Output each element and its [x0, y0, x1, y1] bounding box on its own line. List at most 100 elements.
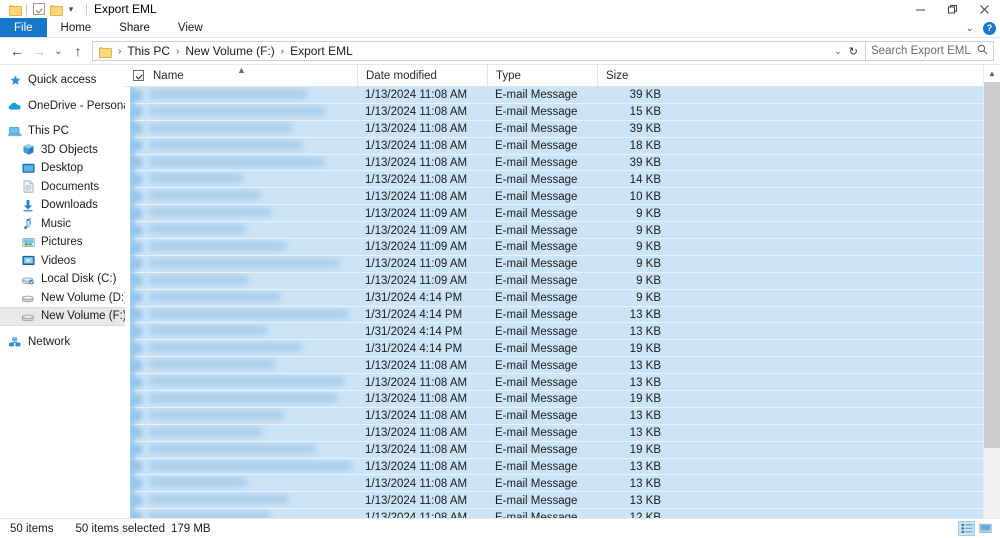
file-name-cell[interactable] — [125, 222, 357, 239]
table-row[interactable]: 1/13/2024 11:08 AM E-mail Message 19 KB — [125, 391, 983, 408]
address-dropdown-chevron-down-icon[interactable]: ⌄ — [834, 46, 842, 57]
file-name-cell[interactable] — [125, 492, 357, 509]
file-rows[interactable]: 1/13/2024 11:08 AM E-mail Message 39 KB 1/1… — [125, 87, 983, 518]
sidebar-item-new-volume-d[interactable]: New Volume (D:) — [0, 289, 125, 308]
file-name-cell[interactable] — [125, 104, 357, 121]
scroll-thumb[interactable] — [984, 82, 1000, 449]
sidebar-item-3d-objects[interactable]: 3D Objects — [0, 141, 125, 160]
sidebar-item-new-volume-f[interactable]: New Volume (F:) — [0, 307, 125, 326]
file-name-cell[interactable] — [125, 155, 357, 172]
table-row[interactable]: 1/13/2024 11:09 AM E-mail Message 9 KB — [125, 255, 983, 273]
vertical-scrollbar[interactable]: ▲ — [983, 65, 1000, 518]
table-row[interactable]: 1/13/2024 11:08 AM E-mail Message 13 KB — [125, 357, 983, 375]
file-name-cell[interactable] — [125, 290, 357, 307]
file-name-cell[interactable] — [125, 121, 357, 138]
file-name-cell[interactable] — [125, 188, 357, 205]
customize-quick-access-caret-icon[interactable]: ▾ — [63, 1, 79, 17]
sidebar-item-documents[interactable]: Documents — [0, 178, 125, 197]
file-name-cell[interactable] — [125, 425, 357, 442]
table-row[interactable]: 1/31/2024 4:14 PM E-mail Message 13 KB — [125, 323, 983, 341]
sidebar-item-local-disk-c[interactable]: Local Disk (C:) — [0, 270, 125, 289]
table-row[interactable]: 1/13/2024 11:09 AM E-mail Message 9 KB — [125, 272, 983, 290]
file-name-cell[interactable] — [125, 442, 357, 459]
breadcrumb-item-new-volume-f[interactable]: New Volume (F:) — [183, 44, 276, 58]
file-name-cell[interactable] — [125, 340, 357, 357]
table-row[interactable]: 1/13/2024 11:08 AM E-mail Message 12 KB — [125, 509, 983, 518]
file-name-cell[interactable] — [125, 374, 357, 391]
file-name-cell[interactable] — [125, 273, 357, 290]
sidebar-item-this-pc[interactable]: This PC — [0, 122, 125, 141]
file-name-cell[interactable] — [125, 475, 357, 492]
file-name-cell[interactable] — [125, 138, 357, 155]
sidebar-item-downloads[interactable]: Downloads — [0, 196, 125, 215]
column-header-size[interactable]: Size — [597, 65, 669, 87]
table-row[interactable]: 1/13/2024 11:08 AM E-mail Message 13 KB — [125, 424, 983, 442]
minimize-button[interactable] — [904, 0, 936, 18]
table-row[interactable]: 1/13/2024 11:09 AM E-mail Message 9 KB — [125, 205, 983, 223]
help-icon[interactable]: ? — [983, 21, 996, 35]
table-row[interactable]: 1/31/2024 4:14 PM E-mail Message 9 KB — [125, 289, 983, 307]
file-name-cell[interactable] — [125, 239, 357, 256]
tab-share[interactable]: Share — [105, 18, 164, 38]
column-header-date-modified[interactable]: Date modified — [357, 65, 487, 87]
table-row[interactable]: 1/13/2024 11:08 AM E-mail Message 13 KB — [125, 407, 983, 425]
table-row[interactable]: 1/13/2024 11:08 AM E-mail Message 15 KB — [125, 103, 983, 121]
file-name-cell[interactable] — [125, 357, 357, 374]
new-folder-icon[interactable] — [47, 1, 63, 17]
forward-button[interactable]: → — [28, 40, 50, 62]
table-row[interactable]: 1/13/2024 11:08 AM E-mail Message 39 KB — [125, 154, 983, 172]
details-view-button[interactable] — [958, 521, 975, 536]
scroll-up-button[interactable]: ▲ — [984, 65, 1000, 82]
file-name-cell[interactable] — [125, 307, 357, 324]
file-name-cell[interactable] — [125, 459, 357, 476]
table-row[interactable]: 1/13/2024 11:08 AM E-mail Message 39 KB — [125, 87, 983, 104]
table-row[interactable]: 1/13/2024 11:08 AM E-mail Message 13 KB — [125, 475, 983, 493]
breadcrumb-item-export-eml[interactable]: Export EML — [288, 44, 355, 58]
sidebar-item-quick-access[interactable]: Quick access — [0, 71, 125, 90]
file-name-cell[interactable] — [125, 391, 357, 408]
sidebar-item-network[interactable]: Network — [0, 333, 125, 352]
sidebar-item-music[interactable]: Music — [0, 215, 125, 234]
recent-locations-button[interactable]: ⌄ — [50, 40, 67, 62]
file-name-cell[interactable] — [125, 323, 357, 340]
column-header-type[interactable]: Type — [487, 65, 597, 87]
sidebar-item-desktop[interactable]: Desktop — [0, 159, 125, 178]
search-box[interactable]: Search Export EML — [866, 41, 994, 61]
back-button[interactable]: ← — [6, 40, 28, 62]
sidebar-item-pictures[interactable]: Pictures — [0, 233, 125, 252]
refresh-icon[interactable]: ↻ — [849, 45, 858, 58]
table-row[interactable]: 1/31/2024 4:14 PM E-mail Message 19 KB — [125, 340, 983, 358]
breadcrumb[interactable]: › This PC › New Volume (F:) › Export EML… — [92, 41, 866, 61]
search-input[interactable]: Search Export EML — [871, 45, 971, 57]
table-row[interactable]: 1/31/2024 4:14 PM E-mail Message 13 KB — [125, 306, 983, 324]
file-name-cell[interactable] — [125, 205, 357, 222]
expand-ribbon-chevron-down-icon[interactable]: ⌄ — [966, 23, 974, 34]
file-name-cell[interactable] — [125, 509, 357, 518]
file-name-cell[interactable] — [125, 87, 357, 104]
table-row[interactable]: 1/13/2024 11:08 AM E-mail Message 10 KB — [125, 188, 983, 206]
tab-home[interactable]: Home — [47, 18, 106, 38]
select-all-checkbox[interactable] — [133, 70, 144, 81]
properties-checkbox-icon[interactable] — [31, 1, 47, 17]
table-row[interactable]: 1/13/2024 11:08 AM E-mail Message 18 KB — [125, 137, 983, 155]
table-row[interactable]: 1/13/2024 11:08 AM E-mail Message 19 KB — [125, 441, 983, 459]
column-header-name[interactable]: Name ▲ — [125, 65, 357, 87]
table-row[interactable]: 1/13/2024 11:08 AM E-mail Message 13 KB — [125, 492, 983, 510]
tab-file[interactable]: File — [0, 18, 47, 38]
file-name-cell[interactable] — [125, 171, 357, 188]
restore-button[interactable] — [936, 0, 968, 18]
table-row[interactable]: 1/13/2024 11:09 AM E-mail Message 9 KB — [125, 239, 983, 256]
table-row[interactable]: 1/13/2024 11:08 AM E-mail Message 13 KB — [125, 374, 983, 392]
file-name-cell[interactable] — [125, 408, 357, 425]
tab-view[interactable]: View — [164, 18, 217, 38]
close-button[interactable] — [968, 0, 1000, 18]
sidebar-item-onedrive-personal[interactable]: OneDrive - Personal — [0, 97, 125, 116]
sidebar-item-videos[interactable]: Videos — [0, 252, 125, 271]
up-button[interactable]: ↑ — [67, 40, 89, 62]
table-row[interactable]: 1/13/2024 11:09 AM E-mail Message 9 KB — [125, 222, 983, 240]
table-row[interactable]: 1/13/2024 11:08 AM E-mail Message 14 KB — [125, 171, 983, 189]
folder-icon[interactable] — [6, 1, 22, 17]
table-row[interactable]: 1/13/2024 11:08 AM E-mail Message 13 KB — [125, 458, 983, 476]
large-icons-view-button[interactable] — [977, 521, 994, 536]
file-name-cell[interactable] — [125, 256, 357, 273]
